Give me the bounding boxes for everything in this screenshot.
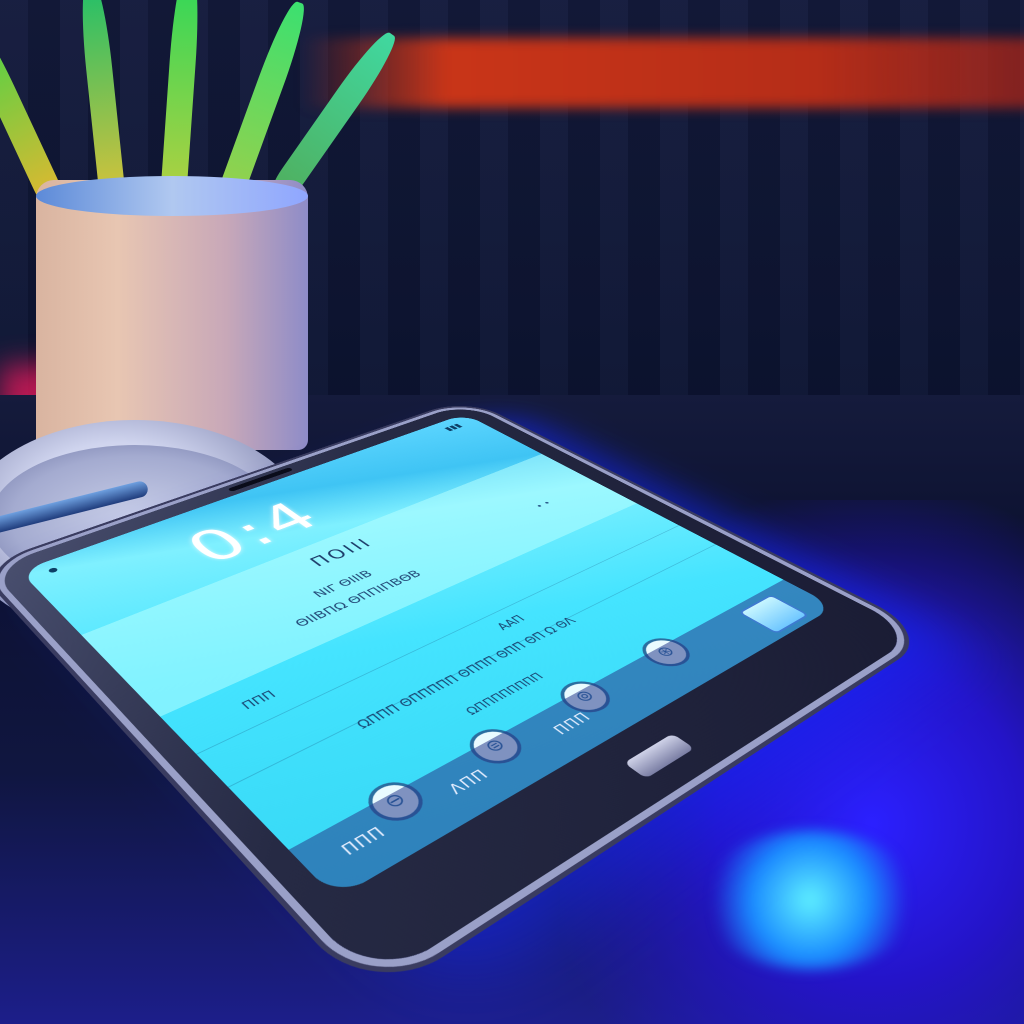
dock-app-icon[interactable]: [737, 594, 810, 635]
plant-pot: [36, 180, 308, 450]
row-label: ΠΠΠ: [239, 689, 280, 713]
signal-icon: ▮▮▮: [442, 422, 465, 433]
card-title: ΠΟΙΙΙ: [306, 536, 378, 570]
row-label: ΑΑΠ: [494, 613, 529, 633]
notification-dot-icon: [47, 567, 59, 574]
card-dots-icon: • •: [532, 499, 555, 510]
plant-pot-rim: [36, 176, 308, 216]
dock-item[interactable]: ΠΠΠ: [338, 824, 390, 859]
cyan-light-spot: [700, 830, 920, 970]
photo-scene: ▮▮▮ 0:4 ΠΟΙΙΙ ΝΙΓ ΘΙΙΙΒ ΘΙΙΒΠΩ ΘΠΠΙΠΒΘΒ …: [0, 0, 1024, 1024]
dock-item[interactable]: ΠΠΠ: [550, 710, 595, 738]
red-light-stripe: [300, 38, 1024, 108]
dock-item[interactable]: ΛΠΠ: [446, 767, 494, 798]
home-button[interactable]: [623, 733, 695, 779]
